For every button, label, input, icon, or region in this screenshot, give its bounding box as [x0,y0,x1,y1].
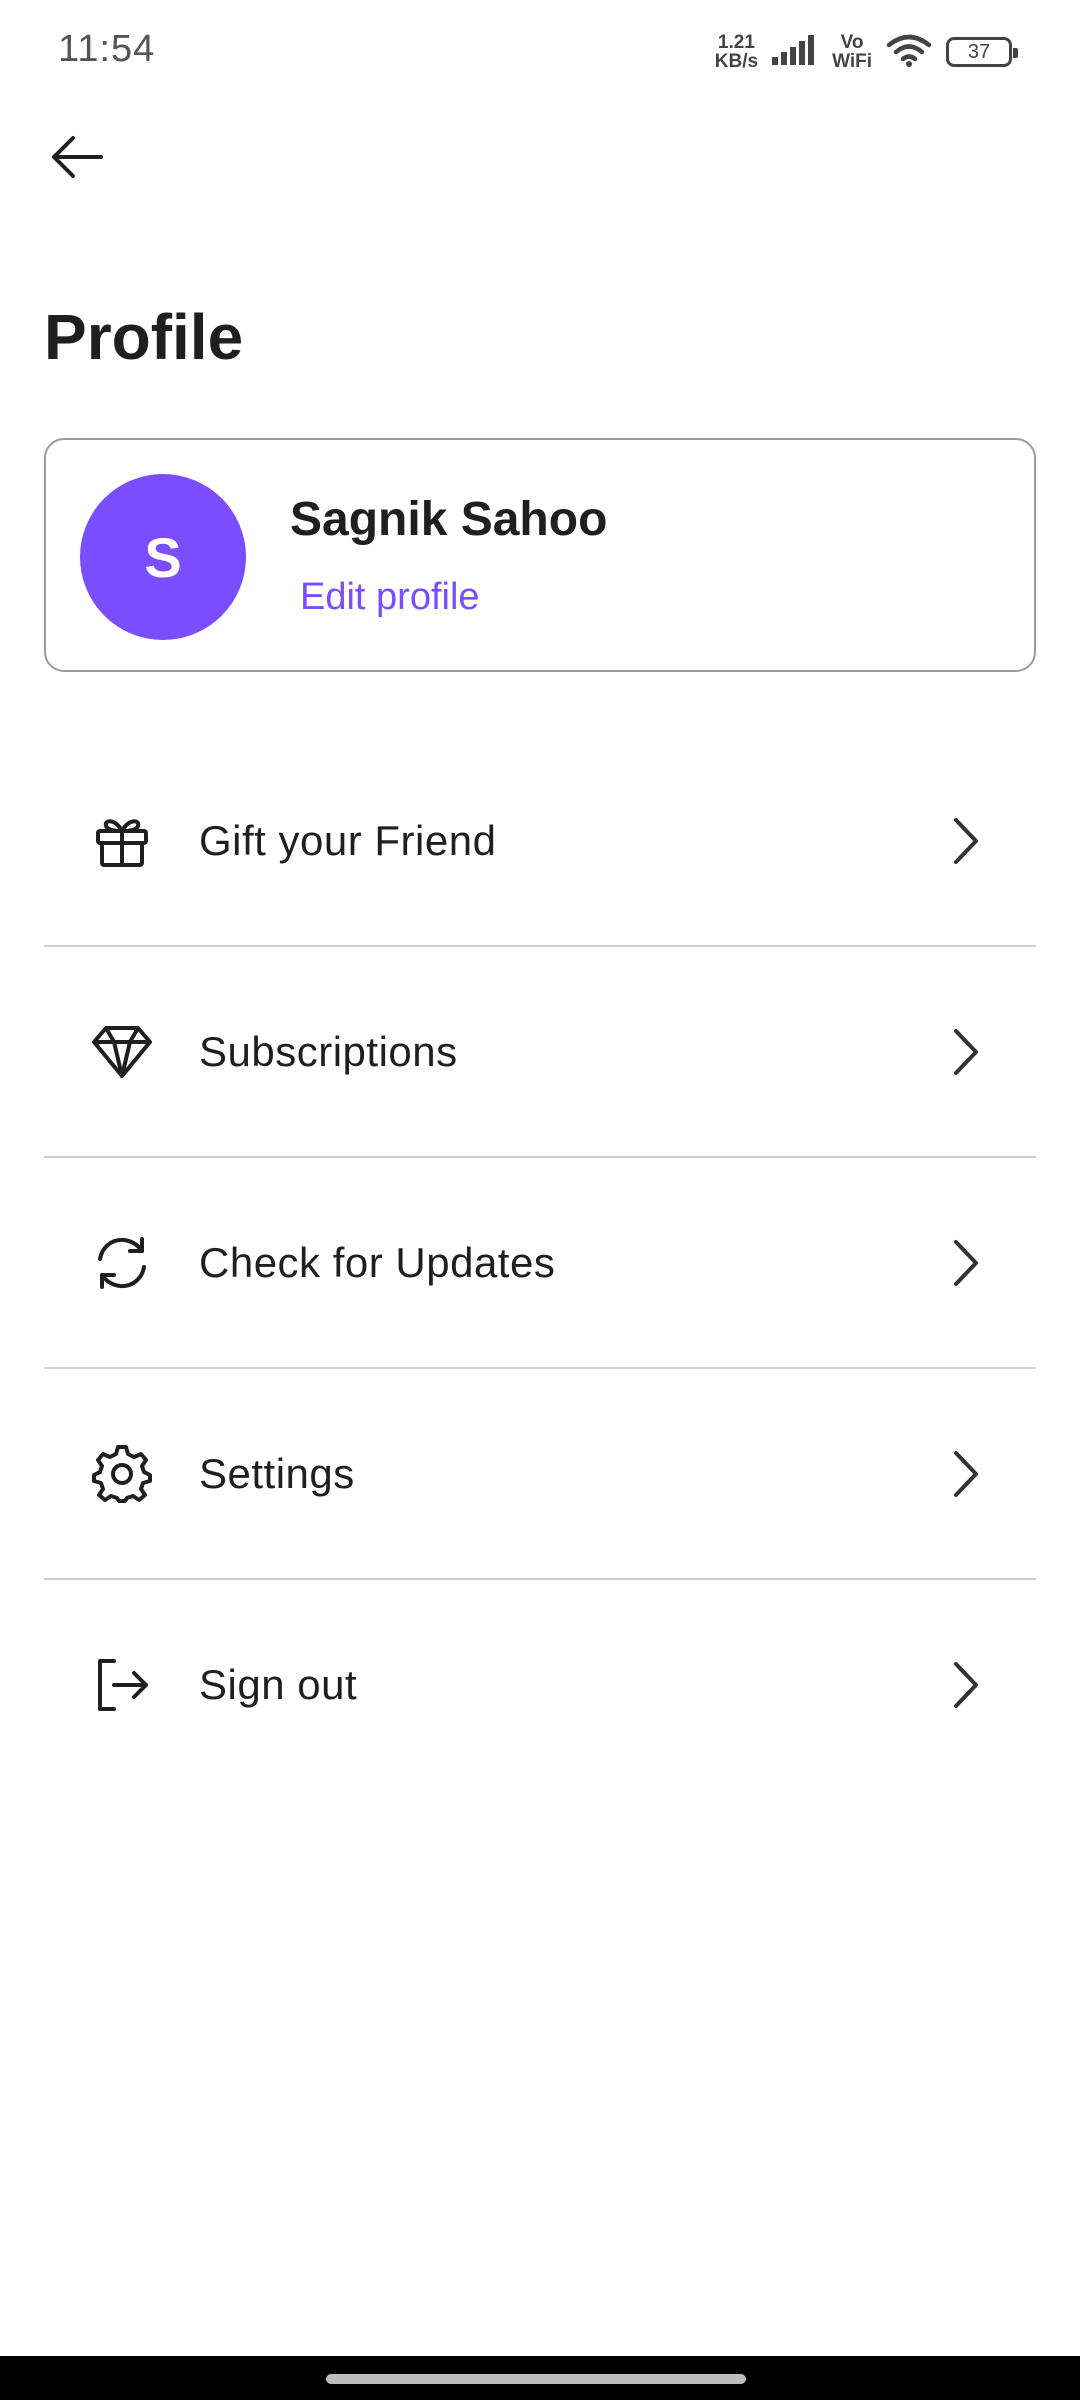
menu-item-subscriptions[interactable]: Subscriptions [44,947,1036,1156]
chevron-right-icon [946,1655,986,1715]
sign-out-icon [86,1649,158,1721]
network-speed-value: 1.21 [717,32,755,53]
battery-level: 37 [967,40,991,63]
menu-item-check-for-updates[interactable]: Check for Updates [44,1158,1036,1367]
profile-screen: 11:54 1.21 KB/s Vo WiFi 37 Profile S Sag… [0,0,1080,2400]
avatar: S [80,474,246,640]
chevron-right-icon [946,1233,986,1293]
menu-item-label: Sign out [199,1660,358,1708]
chevron-right-icon [946,811,986,871]
menu-item-label: Settings [199,1449,355,1497]
page-title: Profile [44,301,244,373]
signal-icon [772,34,818,70]
menu-item-label: Check for Updates [199,1238,556,1286]
menu-item-sign-out[interactable]: Sign out [44,1580,1036,1789]
profile-menu: Gift your Friend Subscriptions Check for… [44,736,1036,1789]
menu-item-label: Subscriptions [199,1027,458,1075]
refresh-icon [86,1227,158,1299]
menu-item-gift-your-friend[interactable]: Gift your Friend [44,736,1036,945]
network-speed: 1.21 KB/s [715,33,758,71]
vowifi-indicator: Vo WiFi [832,33,872,71]
status-time: 11:54 [58,28,156,70]
gift-icon [86,805,158,877]
vowifi-top: Vo [840,32,864,53]
status-bar: 11:54 1.21 KB/s Vo WiFi 37 [0,0,1080,100]
menu-item-label: Gift your Friend [199,816,497,864]
chevron-right-icon [946,1444,986,1504]
chevron-right-icon [946,1022,986,1082]
menu-item-settings[interactable]: Settings [44,1369,1036,1578]
arrow-left-icon [52,136,103,178]
wifi-icon [886,33,932,72]
home-indicator[interactable] [326,2374,746,2384]
gear-icon [86,1438,158,1510]
profile-card: S Sagnik Sahoo Edit profile [44,438,1036,672]
battery-icon: 37 [946,37,1018,67]
status-icons: 1.21 KB/s Vo WiFi 37 [715,30,1018,74]
navigation-bar [0,2356,1080,2400]
diamond-icon [86,1016,158,1088]
back-button[interactable] [40,120,114,194]
network-speed-unit: KB/s [714,51,759,72]
user-name: Sagnik Sahoo [290,493,608,546]
avatar-initial: S [144,525,182,589]
vowifi-bottom: WiFi [832,51,872,72]
edit-profile-link[interactable]: Edit profile [300,576,480,619]
